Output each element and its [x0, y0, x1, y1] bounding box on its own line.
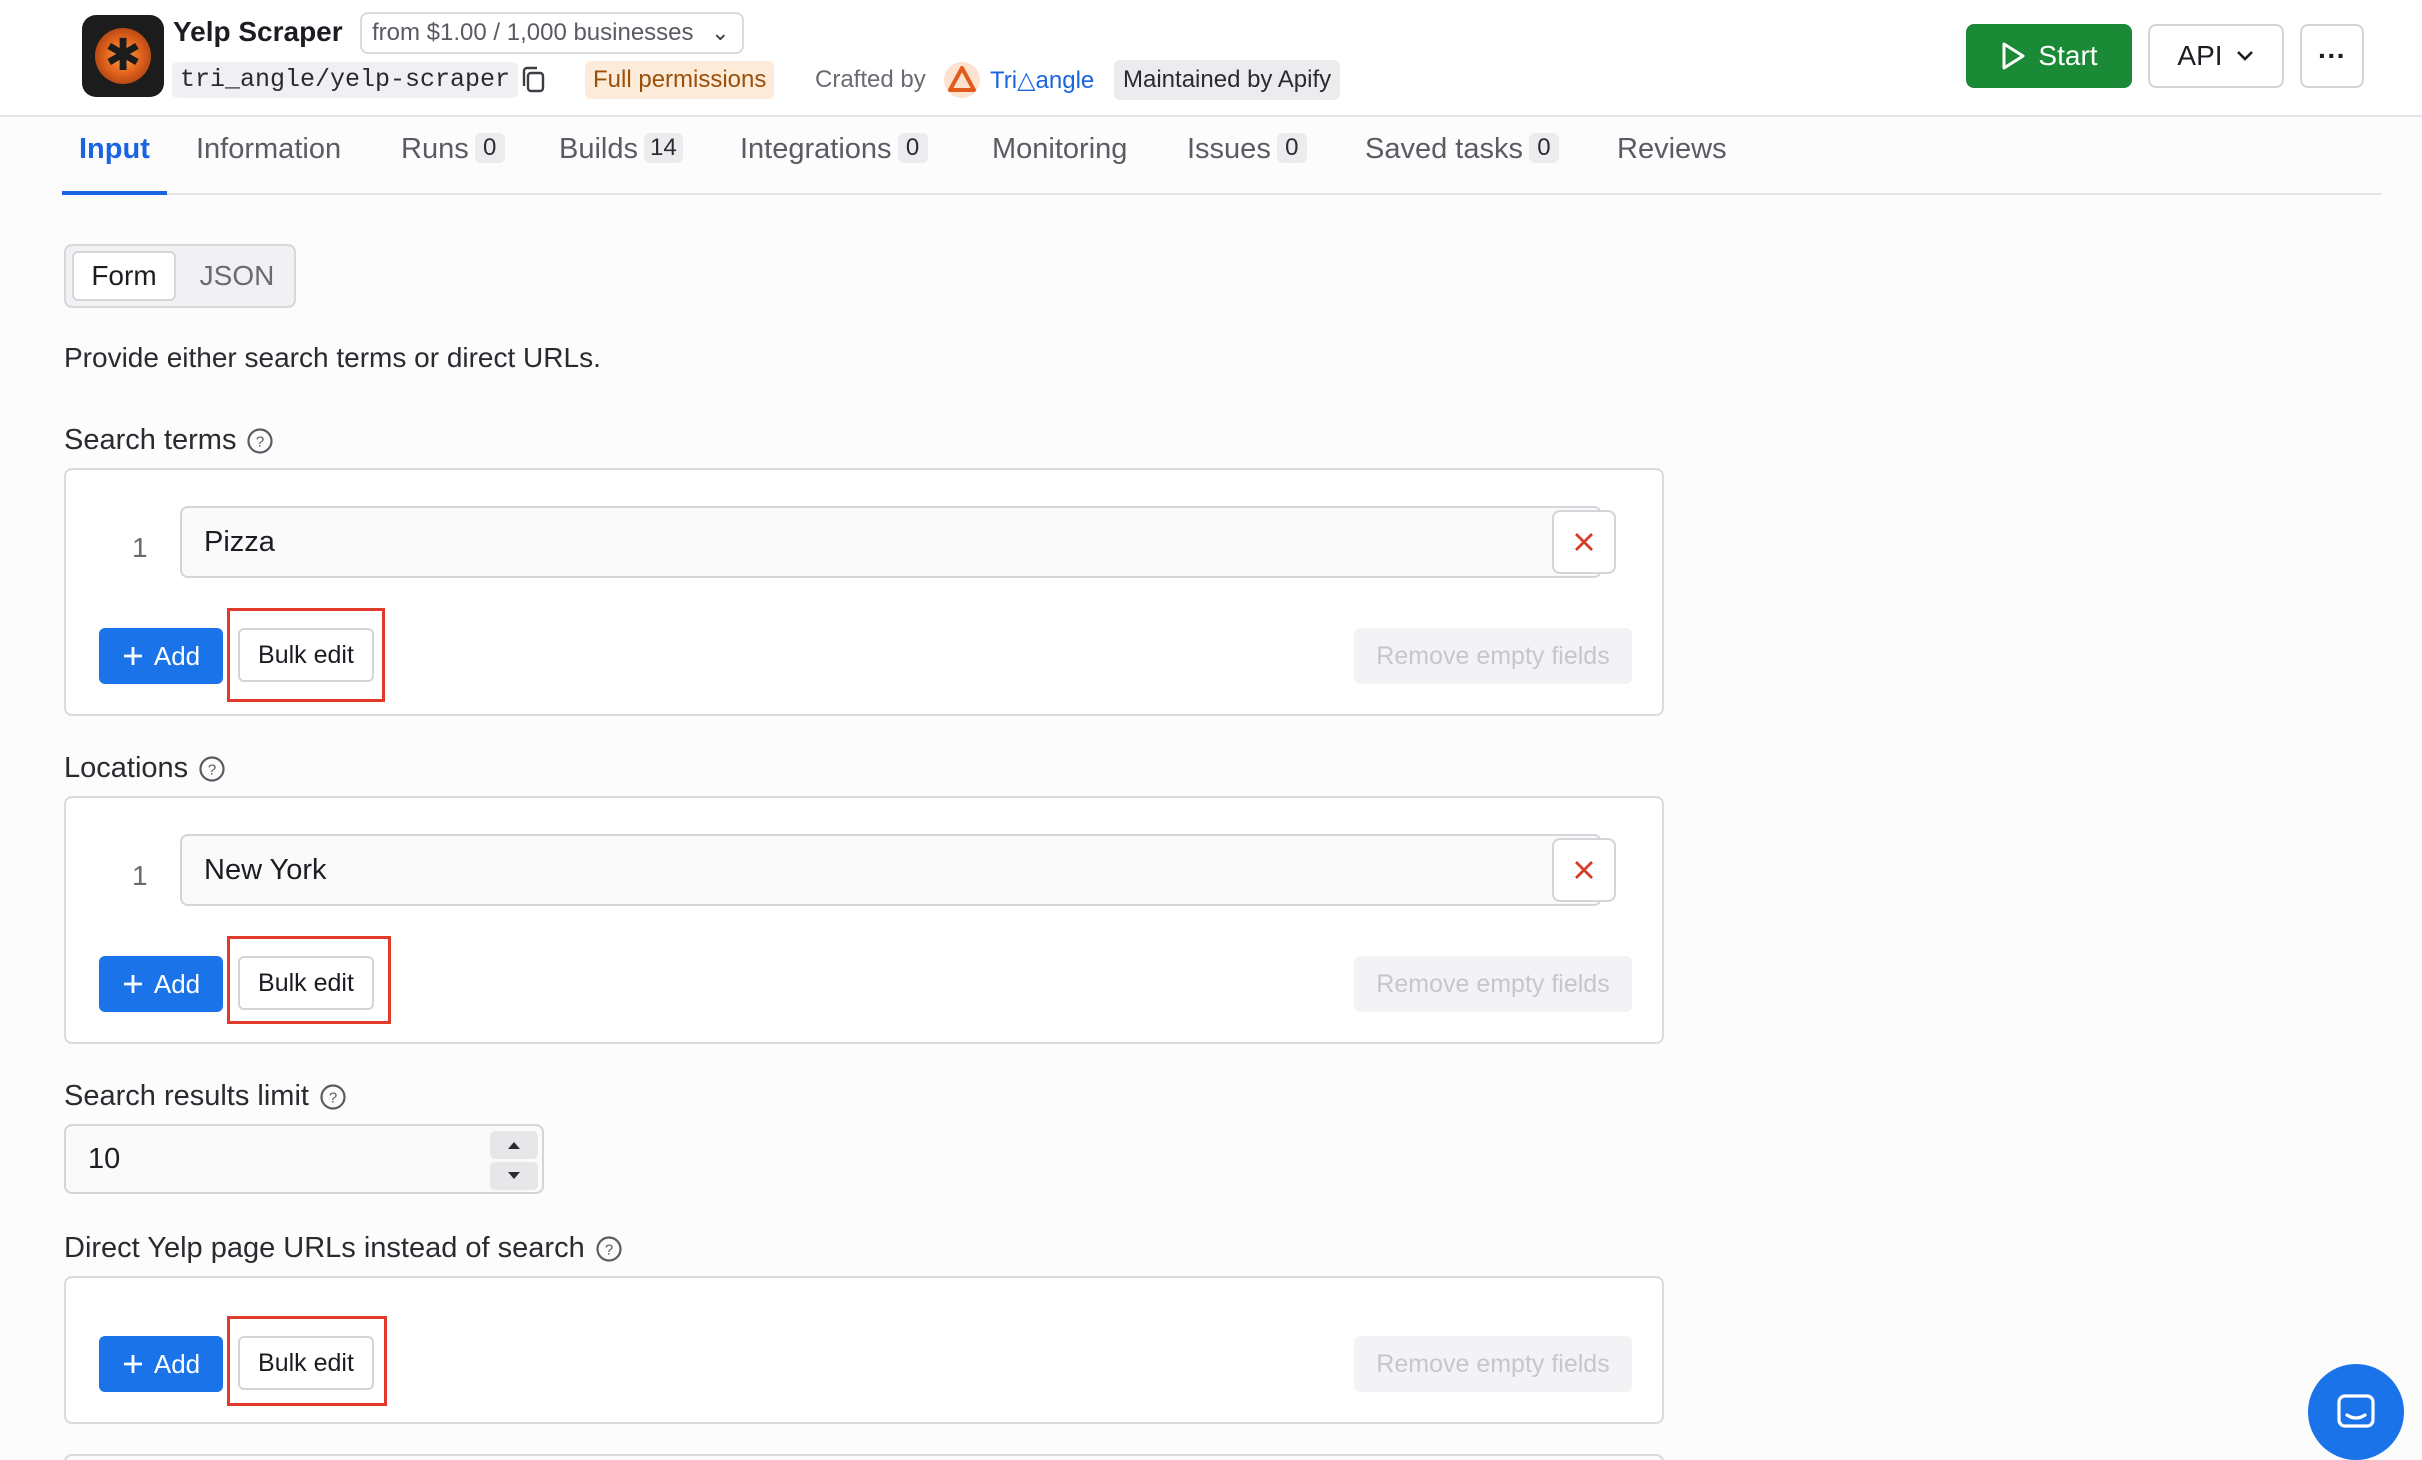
api-button[interactable]: API: [2148, 24, 2284, 88]
search-limit-value: 10: [88, 1143, 121, 1175]
bulk-edit-button[interactable]: Bulk edit: [238, 956, 374, 1010]
mode-form-option[interactable]: Form: [72, 251, 176, 301]
crafted-by-label: Crafted by: [815, 66, 926, 93]
svg-text:?: ?: [256, 433, 264, 450]
tab-label: Runs: [401, 133, 469, 165]
tab-issues[interactable]: Issues 0: [1170, 117, 1324, 195]
field-label-text: Direct Yelp page URLs instead of search: [64, 1232, 585, 1264]
actor-header: ✱ Yelp Scraper from $1.00 / 1,000 busine…: [0, 0, 2422, 117]
input-mode-toggle: Form JSON: [64, 244, 296, 308]
more-options-button[interactable]: ···: [2300, 24, 2364, 88]
close-icon: [1575, 533, 1593, 551]
search-terms-card: 1 Pizza Add Bulk edit Remove empty field…: [64, 468, 1664, 716]
search-limit-input[interactable]: 10: [64, 1124, 544, 1194]
copy-icon[interactable]: [518, 64, 550, 96]
tab-label: Information: [196, 133, 342, 165]
start-button[interactable]: Start: [1966, 24, 2132, 88]
plus-icon: [123, 975, 142, 993]
tab-input[interactable]: Input: [62, 117, 167, 195]
caret-down-icon: [508, 1172, 520, 1179]
decrement-button[interactable]: [490, 1162, 538, 1190]
remove-empty-fields-button[interactable]: Remove empty fields: [1354, 1336, 1632, 1392]
tab-label: Input: [79, 133, 150, 165]
svg-text:?: ?: [605, 1241, 613, 1258]
add-label: Add: [153, 968, 201, 999]
add-button[interactable]: Add: [99, 956, 223, 1012]
row-number: 1: [132, 860, 148, 891]
chevron-down-icon: [2236, 51, 2253, 61]
tab-integrations[interactable]: Integrations 0: [723, 117, 945, 195]
tab-monitoring[interactable]: Monitoring: [975, 117, 1144, 195]
remove-empty-fields-button[interactable]: Remove empty fields: [1354, 628, 1632, 684]
author-link[interactable]: Tri△angle: [990, 66, 1094, 95]
tab-label: Saved tasks: [1365, 133, 1523, 165]
chat-icon: [2337, 1394, 2375, 1428]
maintained-badge: Maintained by Apify: [1114, 60, 1341, 100]
tab-label: Issues: [1187, 133, 1271, 165]
tab-information[interactable]: Information: [179, 117, 358, 195]
row-number: 1: [132, 532, 148, 563]
field-label-text: Search results limit: [64, 1080, 309, 1112]
tab-count-badge: 0: [1276, 133, 1307, 163]
add-label: Add: [153, 640, 201, 671]
tab-runs[interactable]: Runs 0: [384, 117, 522, 195]
bulk-edit-button[interactable]: Bulk edit: [238, 1336, 374, 1390]
chevron-down-icon: ⌄: [711, 20, 730, 45]
author-avatar-icon[interactable]: [943, 61, 981, 99]
search-term-input[interactable]: Pizza: [180, 506, 1602, 578]
field-label-text: Locations: [64, 752, 189, 784]
tab-label: Builds: [559, 133, 638, 165]
location-input[interactable]: New York: [180, 834, 1602, 906]
svg-text:?: ?: [208, 761, 216, 778]
increment-button[interactable]: [490, 1131, 538, 1159]
pricing-dropdown[interactable]: from $1.00 / 1,000 businesses ⌄: [360, 12, 744, 54]
tab-count-badge: 0: [1528, 133, 1559, 163]
tab-count-badge: 0: [474, 133, 505, 163]
mode-json-option[interactable]: JSON: [182, 251, 292, 301]
tab-label: Reviews: [1617, 133, 1727, 165]
bulk-edit-button[interactable]: Bulk edit: [238, 628, 374, 682]
remove-row-button[interactable]: [1552, 510, 1616, 574]
start-label: Start: [2038, 40, 2098, 71]
direct-urls-label: Direct Yelp page URLs instead of search …: [64, 1232, 623, 1265]
direct-urls-card: Add Bulk edit Remove empty fields: [64, 1276, 1664, 1424]
close-icon: [1575, 861, 1593, 879]
tab-label: Integrations: [740, 133, 892, 165]
locations-label: Locations ?: [64, 752, 226, 785]
tab-count-badge: 0: [897, 133, 928, 163]
permissions-badge[interactable]: Full permissions: [585, 61, 775, 99]
svg-text:?: ?: [329, 1089, 337, 1106]
actor-slug: tri_angle/yelp-scraper: [172, 62, 519, 98]
tab-saved-tasks[interactable]: Saved tasks 0: [1348, 117, 1576, 195]
help-icon[interactable]: ?: [246, 427, 274, 455]
chat-widget-button[interactable]: [2308, 1364, 2404, 1460]
tab-bar: Input Information Runs 0 Builds 14 Integra…: [62, 117, 2382, 195]
api-label: API: [2177, 40, 2223, 71]
help-icon[interactable]: ?: [595, 1235, 623, 1263]
add-button[interactable]: Add: [99, 1336, 223, 1392]
next-field-card: [64, 1454, 1664, 1460]
tab-label: Monitoring: [992, 133, 1128, 165]
add-label: Add: [153, 1348, 201, 1379]
remove-empty-fields-button[interactable]: Remove empty fields: [1354, 956, 1632, 1012]
tab-reviews[interactable]: Reviews: [1600, 117, 1744, 195]
field-label-text: Search terms: [64, 424, 237, 456]
play-icon: [2002, 42, 2025, 70]
pricing-label: from $1.00 / 1,000 businesses: [372, 19, 694, 46]
locations-card: 1 New York Add Bulk edit Remove empty fi…: [64, 796, 1664, 1044]
tab-builds[interactable]: Builds 14: [542, 117, 700, 195]
tab-count-badge: 14: [644, 133, 683, 163]
plus-icon: [123, 647, 142, 665]
actor-title: Yelp Scraper: [173, 16, 343, 47]
add-button[interactable]: Add: [99, 628, 223, 684]
remove-row-button[interactable]: [1552, 838, 1616, 902]
plus-icon: [123, 1355, 142, 1373]
help-icon[interactable]: ?: [198, 755, 226, 783]
actor-logo: ✱: [82, 15, 164, 97]
caret-up-icon: [508, 1142, 520, 1149]
search-limit-label: Search results limit ?: [64, 1080, 347, 1113]
form-intro-text: Provide either search terms or direct UR…: [64, 342, 601, 373]
search-terms-label: Search terms ?: [64, 424, 274, 457]
help-icon[interactable]: ?: [319, 1083, 347, 1111]
